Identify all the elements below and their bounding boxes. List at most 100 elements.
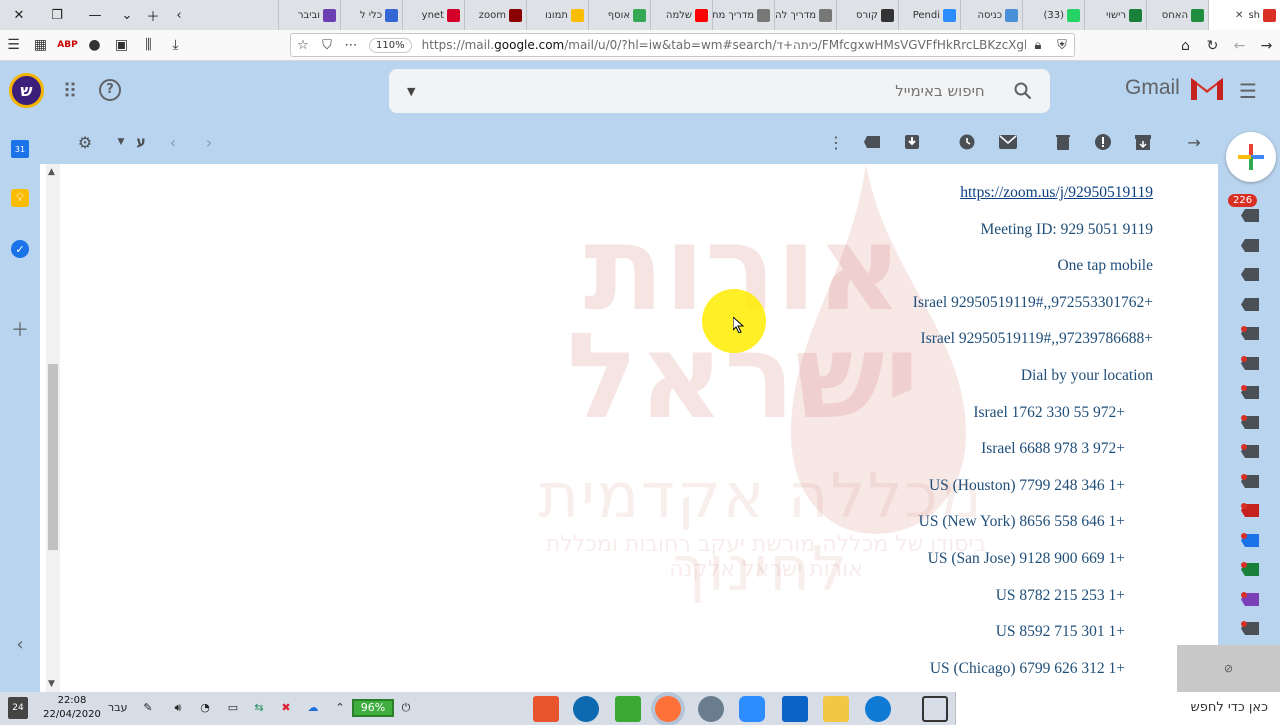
main-menu-icon[interactable]: ☰ — [1239, 79, 1257, 103]
scroll-tabs-left-icon[interactable]: ‹ — [166, 0, 192, 30]
onedrive-icon[interactable]: ☁ — [305, 701, 321, 717]
browser-tab[interactable]: Pendi — [898, 0, 960, 30]
close-window-icon[interactable]: ✕ — [0, 0, 38, 30]
search-icon[interactable] — [1014, 82, 1032, 100]
settings-gear-icon[interactable]: ⚙ — [75, 132, 95, 152]
browser-tab[interactable]: zoom — [464, 0, 526, 30]
task-view-icon[interactable] — [922, 696, 948, 722]
show-hidden-icons[interactable]: ⌃ — [332, 701, 348, 717]
avatar[interactable]: ש — [9, 73, 44, 108]
label-dark-icon[interactable] — [1241, 621, 1259, 637]
spam-icon[interactable] — [1241, 326, 1259, 342]
label-purple-icon[interactable] — [1241, 591, 1259, 608]
older-message-icon[interactable]: › — [199, 132, 219, 152]
taskbar-search-box[interactable]: כאן כדי לחפש — [955, 692, 1280, 725]
google-apps-icon[interactable]: ⠿ — [58, 79, 82, 103]
file-explorer-icon[interactable] — [823, 696, 849, 722]
input-tools-dropdown-icon[interactable]: ▼ — [111, 132, 131, 152]
home-icon[interactable]: ⌂ — [1172, 32, 1199, 60]
back-to-list-icon[interactable]: → — [1184, 132, 1204, 152]
all-mail-icon[interactable] — [1241, 297, 1259, 313]
browser-tab[interactable]: קורס — [836, 0, 898, 30]
browser-tab[interactable]: רישוי — [1084, 0, 1146, 30]
bookmark-star-icon[interactable]: ☆ — [291, 38, 315, 53]
minimize-window-icon[interactable]: — — [76, 0, 114, 30]
page-actions-icon[interactable]: ⋯ — [339, 38, 363, 53]
library-icon[interactable]: ⫼ — [135, 31, 162, 59]
label-green-icon[interactable] — [1241, 562, 1259, 578]
scroll-down-icon[interactable]: ▼ — [48, 679, 55, 689]
outlook-icon[interactable] — [782, 696, 808, 722]
snooze-icon[interactable] — [957, 132, 977, 152]
collapse-side-panel-icon[interactable]: ‹ — [11, 634, 29, 655]
adblock-icon[interactable]: ABP — [54, 31, 81, 59]
input-language[interactable]: עבר — [108, 701, 127, 714]
list-all-tabs-icon[interactable]: ⌄ — [114, 0, 140, 30]
input-tools-button[interactable]: ע — [131, 132, 151, 152]
menu-icon[interactable]: ☰ — [0, 31, 27, 59]
forums-icon[interactable] — [1241, 444, 1259, 460]
browser-tab[interactable]: כלי ל — [340, 0, 402, 30]
teamviewer-icon[interactable] — [573, 696, 599, 722]
label-icon[interactable] — [862, 132, 882, 152]
browser-tab[interactable]: (33) — [1022, 0, 1084, 30]
search-options-icon[interactable]: ▼ — [407, 85, 415, 98]
wifi-icon[interactable]: ◔ — [197, 701, 213, 717]
pocket-icon[interactable]: ⛉ — [315, 38, 339, 53]
volume-icon[interactable]: 🔊︎ — [170, 701, 186, 717]
scrollbar-thumb[interactable] — [48, 364, 58, 550]
search-input[interactable] — [444, 82, 985, 100]
notification-center-icon[interactable]: 24 — [8, 697, 28, 719]
browser-tab[interactable]: שלמה — [650, 0, 712, 30]
sent-icon[interactable] — [1241, 267, 1259, 283]
gmail-logo[interactable]: Gmail — [1125, 75, 1224, 101]
delete-icon[interactable] — [1053, 132, 1073, 152]
edge-icon[interactable] — [865, 696, 891, 722]
browser-tab[interactable]: וביבר — [278, 0, 340, 30]
browser-tab[interactable]: אוסף — [588, 0, 650, 30]
back-icon[interactable]: → — [1253, 32, 1280, 60]
scrollbar[interactable]: ▲ ▼ — [46, 164, 60, 692]
restore-window-icon[interactable]: ❐ — [38, 0, 76, 30]
report-spam-icon[interactable] — [1093, 132, 1113, 152]
sidebar-icon[interactable]: ▣ — [108, 31, 135, 59]
account-icon[interactable]: ● — [81, 31, 108, 59]
app-c-red-icon[interactable] — [533, 696, 559, 722]
scroll-up-icon[interactable]: ▲ — [48, 167, 55, 177]
new-tab-icon[interactable]: ＋ — [140, 0, 166, 30]
forward-icon[interactable]: ← — [1226, 32, 1253, 60]
extensions-icon[interactable]: ▦ — [27, 31, 54, 59]
archive-icon[interactable] — [1133, 132, 1153, 152]
move-to-icon[interactable] — [902, 132, 922, 152]
newer-message-icon[interactable]: ‹ — [163, 132, 183, 152]
browser-tab[interactable]: האחס — [1146, 0, 1208, 30]
get-addons-icon[interactable]: ＋ — [11, 320, 29, 341]
calendar-icon[interactable]: 31 — [11, 140, 29, 158]
label-blue-icon[interactable] — [1241, 532, 1259, 549]
more-actions-icon[interactable]: ⋮ — [826, 132, 846, 152]
reload-icon[interactable]: ↻ — [1199, 32, 1226, 60]
help-icon[interactable]: ? — [99, 79, 121, 101]
mark-unread-icon[interactable] — [998, 132, 1018, 152]
compose-button[interactable] — [1226, 132, 1276, 182]
browser-tab[interactable]: ✕ sh — [1208, 0, 1280, 30]
browser-tab[interactable]: כניסה — [960, 0, 1022, 30]
updates-icon[interactable] — [1241, 414, 1259, 431]
social-icon[interactable] — [1241, 385, 1259, 401]
zoom-app-icon[interactable] — [739, 696, 765, 722]
close-tab-icon[interactable]: ✕ — [1235, 10, 1243, 21]
label-red-icon[interactable] — [1241, 503, 1259, 519]
app-tray-icon[interactable]: ✖ — [278, 701, 294, 717]
label-tag-icon[interactable] — [1241, 355, 1259, 372]
pen-icon[interactable]: ✎ — [140, 701, 156, 717]
downloads-icon[interactable]: ⤓ — [162, 31, 189, 59]
browser-tab[interactable]: מדריך מתן — [712, 0, 774, 30]
app-c-green-icon[interactable] — [615, 696, 641, 722]
browser-tab[interactable]: תמונו — [526, 0, 588, 30]
keep-icon[interactable]: 💡︎ — [11, 189, 29, 207]
inbox-icon[interactable] — [1241, 208, 1259, 224]
url-text[interactable]: https://mail.google.com/mail/u/0/?hl=iw&… — [412, 38, 1026, 52]
device-icon[interactable]: ▭ — [225, 701, 241, 717]
browser-tab[interactable]: מדריך להע — [774, 0, 836, 30]
paint-icon[interactable] — [698, 696, 724, 722]
